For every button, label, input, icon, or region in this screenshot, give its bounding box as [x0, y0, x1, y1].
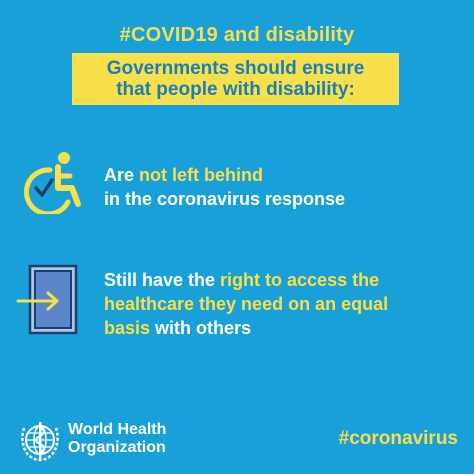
banner-line-1: Governments should ensure — [106, 58, 365, 79]
organization-name-line1: World Health — [68, 421, 167, 438]
item1-highlight: not left behind — [139, 165, 263, 185]
item2-line3: basis with others — [104, 318, 252, 338]
hashtag-coronavirus: #coronavirus — [338, 428, 458, 449]
item-not-left-behind: Are not left behind in the coronavirus r… — [104, 163, 345, 211]
item1-line1: Are not left behind — [104, 165, 263, 185]
door-arrow-icon — [16, 264, 78, 335]
wheelchair-check-icon — [24, 152, 81, 214]
organization-name: World Health Organization — [68, 421, 166, 457]
item1-line2: in the coronavirus response — [104, 189, 346, 209]
item2-line2: healthcare they need on an equal — [104, 294, 389, 314]
headline-banner: Governments should ensure that people wi… — [72, 53, 399, 105]
banner-line-2: that people with disability: — [116, 79, 355, 100]
organization-name-line2: Organization — [68, 439, 166, 456]
hashtag-title: #COVID19 and disability — [119, 24, 355, 46]
item2-line1: Still have the right to access the — [104, 270, 380, 290]
who-emblem-icon — [21, 422, 59, 462]
item-right-to-healthcare: Still have the right to access the healt… — [104, 268, 454, 340]
